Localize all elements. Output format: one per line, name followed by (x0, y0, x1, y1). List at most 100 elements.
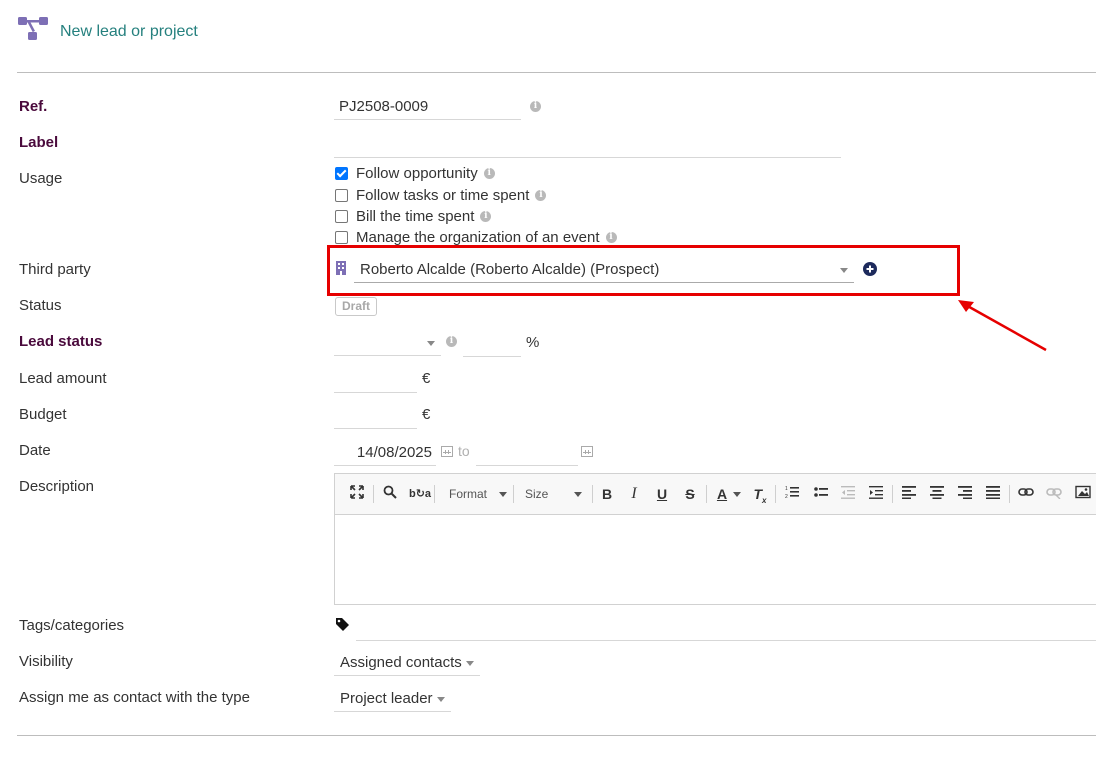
opportunity-checkbox[interactable] (335, 167, 348, 180)
annotation-arrow (958, 300, 1047, 352)
description-textarea[interactable] (335, 515, 1096, 604)
chevron-down-icon (733, 492, 741, 497)
description-editor: b↻a Format Size B I U S A Tx 12 (334, 473, 1096, 605)
annotation-highlight-box (327, 245, 960, 296)
underline-icon[interactable]: U (655, 485, 669, 503)
bullet-list-icon[interactable] (813, 485, 829, 503)
usage-label: Usage (19, 170, 63, 187)
event-info-icon: i (605, 232, 617, 243)
usage-option-tasks[interactable]: Follow tasks or time spent i (335, 187, 547, 204)
usage-option-opportunity[interactable]: Follow opportunity i (335, 165, 495, 182)
assign-contact-select[interactable]: Project leader (334, 686, 451, 712)
calendar-icon[interactable] (581, 446, 593, 457)
toolbar-separator (592, 485, 593, 503)
header-divider (17, 72, 1096, 73)
visibility-label: Visibility (19, 653, 73, 670)
percent-unit: % (526, 334, 540, 351)
date-label: Date (19, 442, 51, 459)
ref-input[interactable] (334, 93, 521, 120)
budget-label: Budget (19, 406, 67, 423)
image-icon[interactable] (1075, 485, 1091, 503)
visibility-value: Assigned contacts (340, 654, 462, 671)
budget-currency: € (422, 406, 431, 423)
tasks-checkbox[interactable] (335, 189, 348, 202)
align-center-icon[interactable] (929, 485, 945, 503)
third-party-label: Third party (19, 261, 91, 278)
toolbar-separator (373, 485, 374, 503)
chevron-down-icon (499, 492, 507, 497)
chevron-down-icon (466, 661, 474, 666)
tags-input[interactable] (356, 614, 1096, 641)
maximize-icon[interactable] (349, 485, 365, 503)
toolbar-separator (775, 485, 776, 503)
justify-icon[interactable] (985, 485, 1001, 503)
toolbar-separator (513, 485, 514, 503)
bold-icon[interactable]: B (600, 485, 614, 503)
lead-amount-currency: € (422, 370, 431, 387)
opportunity-option-label: Follow opportunity (356, 165, 478, 182)
opportunity-info-icon: i (483, 168, 495, 179)
status-label: Status (19, 297, 62, 314)
label-input[interactable] (334, 131, 841, 158)
calendar-icon[interactable] (441, 446, 453, 457)
format-combo[interactable]: Format (449, 485, 487, 503)
format-combo-label: Format (449, 487, 488, 501)
usage-option-bill[interactable]: Bill the time spent i (335, 208, 492, 225)
toolbar-separator (1009, 485, 1010, 503)
remove-format-icon[interactable]: Tx (752, 485, 768, 505)
description-label: Description (19, 478, 95, 495)
lead-amount-input[interactable] (334, 366, 417, 393)
size-combo-label: Size (525, 487, 549, 501)
outdent-icon[interactable] (840, 485, 856, 503)
budget-input[interactable] (334, 402, 417, 429)
date-start-input[interactable] (334, 439, 436, 466)
bill-info-icon: i (480, 211, 492, 222)
editor-toolbar: b↻a Format Size B I U S A Tx 12 (335, 474, 1096, 515)
page-header: New lead or project (17, 14, 198, 44)
date-to-label: to (458, 443, 470, 459)
link-icon[interactable] (1018, 485, 1034, 503)
ref-info-icon: i (530, 101, 541, 112)
label-label: Label (19, 134, 59, 151)
size-combo[interactable]: Size (525, 485, 548, 503)
numbered-list-icon[interactable]: 12 (784, 485, 800, 503)
assign-contact-value: Project leader (340, 690, 433, 707)
bill-option-label: Bill the time spent (356, 208, 475, 225)
align-right-icon[interactable] (957, 485, 973, 503)
text-color-icon[interactable]: A (715, 485, 729, 503)
italic-icon[interactable]: I (627, 485, 641, 503)
lead-amount-label: Lead amount (19, 370, 107, 387)
bill-checkbox[interactable] (335, 210, 348, 223)
new-project-page: New lead or project Ref. i Label Usage F… (0, 0, 1096, 763)
svg-text:2: 2 (785, 494, 788, 499)
event-checkbox[interactable] (335, 231, 348, 244)
lead-status-select[interactable] (334, 330, 441, 356)
tag-icon (336, 618, 349, 631)
project-tree-icon (18, 17, 48, 40)
unlink-icon[interactable] (1046, 485, 1062, 503)
chevron-down-icon (574, 492, 582, 497)
lead-status-label: Lead status (19, 333, 103, 350)
chevron-down-icon (437, 697, 445, 702)
visibility-select[interactable]: Assigned contacts (334, 650, 480, 676)
toolbar-separator (892, 485, 893, 503)
tags-label: Tags/categories (19, 617, 125, 634)
lead-status-info-icon: i (446, 336, 457, 347)
toolbar-separator (434, 485, 435, 503)
indent-icon[interactable] (868, 485, 884, 503)
page-title: New lead or project (60, 23, 198, 40)
footer-divider (17, 735, 1096, 736)
lead-probability-input[interactable] (463, 330, 521, 357)
status-badge: Draft (335, 297, 378, 316)
replace-icon[interactable]: b↻a (409, 485, 431, 503)
svg-text:1: 1 (785, 486, 788, 492)
usage-option-event[interactable]: Manage the organization of an event i (335, 229, 617, 246)
strikethrough-icon[interactable]: S (683, 485, 697, 503)
find-icon[interactable] (382, 485, 398, 503)
chevron-down-icon (427, 341, 435, 346)
align-left-icon[interactable] (901, 485, 917, 503)
tasks-info-icon: i (535, 190, 547, 201)
toolbar-separator (706, 485, 707, 503)
event-option-label: Manage the organization of an event (356, 229, 600, 246)
date-end-input[interactable] (476, 439, 578, 466)
